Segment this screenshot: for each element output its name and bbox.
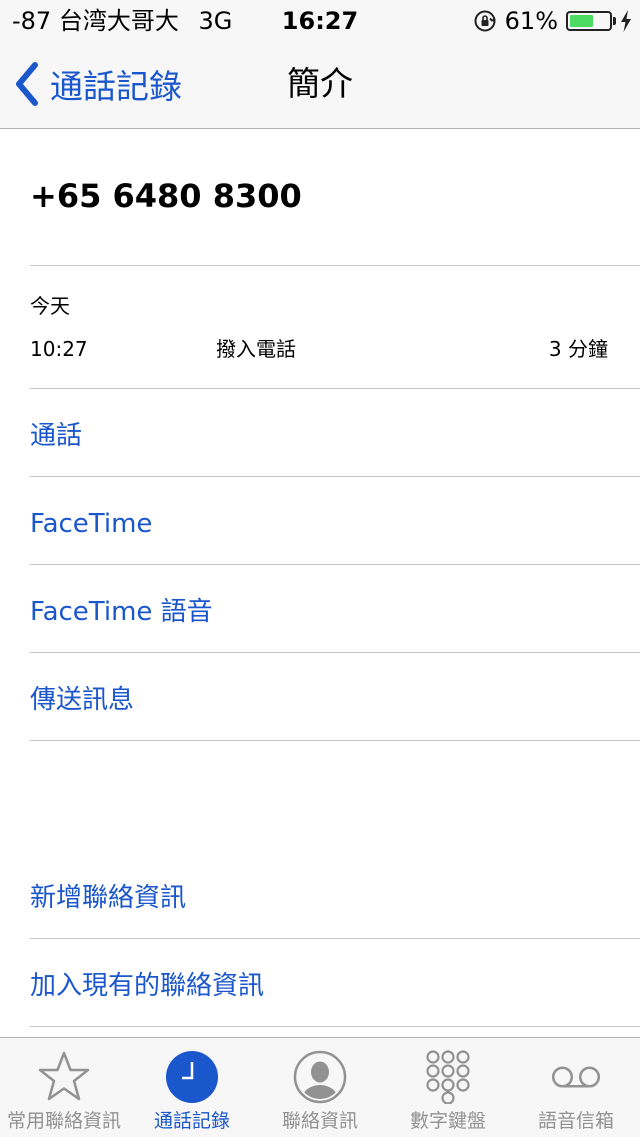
clock-icon <box>166 1051 218 1103</box>
separator <box>30 265 640 266</box>
battery-percent: 61% <box>504 7 558 35</box>
phone-number: +65 6480 8300 <box>30 177 302 215</box>
facetime-button[interactable]: FaceTime <box>30 504 610 544</box>
call-type: 撥入電話 <box>216 337 296 361</box>
tab-voicemail[interactable]: 語音信箱 <box>512 1038 640 1137</box>
voicemail-icon <box>551 1066 601 1088</box>
facetime-audio-button[interactable]: FaceTime 語音 <box>30 592 610 632</box>
call-time: 10:27 <box>30 337 88 361</box>
add-to-existing-contact-button[interactable]: 加入現有的聯絡資訊 <box>30 966 610 1006</box>
separator <box>30 1026 640 1027</box>
navigation-bar: 通話記錄 簡介 <box>0 40 640 129</box>
tab-contacts[interactable]: 聯絡資訊 <box>256 1038 384 1137</box>
charging-bolt-icon <box>621 10 631 32</box>
star-icon <box>38 1051 90 1101</box>
battery-nub <box>613 17 616 25</box>
tab-keypad[interactable]: 數字鍵盤 <box>384 1038 512 1137</box>
call-date-label: 今天 <box>30 294 70 318</box>
contact-icon <box>293 1050 347 1104</box>
tab-recents[interactable]: 通話記錄 <box>128 1038 256 1137</box>
page-title: 簡介 <box>287 64 353 103</box>
status-right: 61% <box>473 6 632 36</box>
tab-bar: 常用聯絡資訊 通話記錄 聯絡資訊 數字鍵盤 語音信箱 <box>0 1037 640 1137</box>
tab-label: 通話記錄 <box>153 1110 230 1132</box>
tab-label: 聯絡資訊 <box>281 1110 358 1132</box>
separator <box>30 740 640 741</box>
call-button[interactable]: 通話 <box>30 416 610 456</box>
tab-label: 常用聯絡資訊 <box>6 1110 121 1132</box>
battery-fill <box>570 15 593 27</box>
separator <box>30 476 640 477</box>
call-duration: 3 分鐘 <box>548 337 608 361</box>
separator <box>30 388 640 389</box>
tab-label: 語音信箱 <box>537 1110 614 1132</box>
send-message-button[interactable]: 傳送訊息 <box>30 680 610 720</box>
separator <box>30 652 640 653</box>
create-contact-button[interactable]: 新增聯絡資訊 <box>30 878 610 918</box>
tab-favorites[interactable]: 常用聯絡資訊 <box>0 1038 128 1137</box>
keypad-icon <box>426 1050 470 1104</box>
status-bar: -87 台湾大哥大 3G 16:27 61% <box>0 0 640 40</box>
separator <box>30 564 640 565</box>
battery-icon <box>566 11 616 31</box>
separator <box>30 938 640 939</box>
tab-label: 數字鍵盤 <box>409 1110 486 1132</box>
rotation-lock-icon <box>474 10 496 32</box>
